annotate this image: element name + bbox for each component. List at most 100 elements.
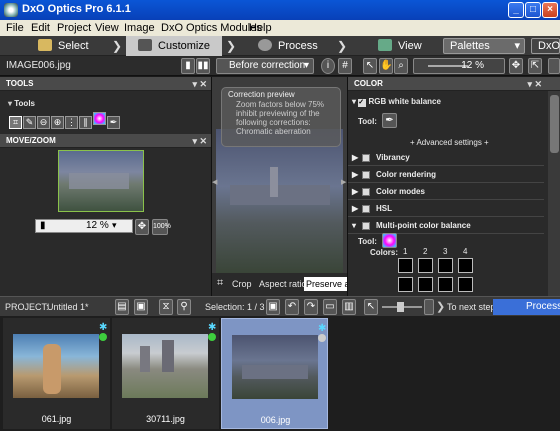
scrollbar[interactable] [548,91,560,296]
preset-dropdown[interactable]: DxO - [531,38,560,66]
crop-tool-icon[interactable]: ⌗ [9,116,22,129]
panel-menu-icon[interactable]: ▾ ✕ [192,134,207,148]
menu-image[interactable]: Image [124,22,155,34]
thumbnail[interactable]: ✱ 061.jpg [3,318,110,429]
color-picker-icon[interactable] [382,233,397,248]
color-swatch[interactable] [438,258,453,273]
thumbnail-caption: 30711.jpg [146,414,185,424]
thumbnail-image [122,334,208,398]
person-shape [43,344,61,394]
tab-customize[interactable]: Customize [126,36,222,56]
more-icon[interactable] [548,58,560,74]
vertical-tool-icon[interactable]: ∥ [79,116,92,129]
section-multipoint[interactable]: ▾ Multi-point color balance [348,217,544,234]
project-image-icon[interactable]: ▣ [134,299,148,315]
color-swatch[interactable] [418,277,433,292]
color-rendering-checkbox[interactable] [362,171,370,179]
crop-bar: ⌗ Crop Aspect ratio: Preserve as [212,273,347,296]
single-view-button[interactable]: ▮ [181,58,195,74]
thumbnail[interactable]: ✱ 30711.jpg [112,318,219,429]
fullscreen-icon[interactable]: ⇱ [528,58,542,74]
minimize-icon[interactable]: _ [508,2,524,18]
panel-menu-icon[interactable]: ▾ ✕ [527,77,542,91]
project-label: PROJECT: [5,302,49,312]
navigator-zoom-control[interactable]: ▮ 12 % ▾ [35,219,133,233]
thumbnail-size-thumb[interactable] [397,302,404,312]
tab-process[interactable]: Process [258,36,318,56]
fit-icon[interactable]: ✥ [509,58,523,74]
color-swatch[interactable] [458,258,473,273]
close-icon[interactable]: × [542,2,558,18]
zoom-value: 12 % [461,60,484,71]
main-image[interactable] [216,129,343,273]
delete-icon[interactable]: ▥ [342,299,356,315]
color-swatch[interactable] [418,258,433,273]
rotate-right-icon[interactable]: ↷ [304,299,318,315]
hsl-checkbox[interactable] [362,205,370,213]
zoom-icon[interactable]: ⌕ [394,58,408,74]
panel-menu-icon[interactable]: ▾ ✕ [192,77,207,91]
section-color-rendering[interactable]: ▶ Color rendering [348,166,544,183]
filter-icon[interactable]: ⧖ [159,299,173,315]
color-modes-checkbox[interactable] [362,188,370,196]
horizon-tool-icon[interactable]: ⊖ [37,116,50,129]
tab-select[interactable]: Select [38,36,89,56]
grid-icon[interactable]: # [338,58,352,74]
menu-help[interactable]: Help [249,22,272,34]
menu-dxo-modules[interactable]: DxO Optics Modules [161,22,262,34]
maximize-icon[interactable]: □ [525,2,541,18]
zoom-out-icon[interactable]: ▮ [40,220,46,231]
color-wheel-icon[interactable] [93,112,106,125]
pin-icon[interactable]: ⚲ [177,299,191,315]
process-button[interactable]: Process [493,299,560,315]
compare-view-button[interactable]: ▮▮ [196,58,210,74]
hand-icon[interactable]: ✋ [379,58,393,74]
gear-icon [258,39,272,51]
collapse-left-icon[interactable]: ◀ [212,178,217,186]
eyedropper-icon[interactable]: ✒ [382,113,397,128]
menu-project[interactable]: Project [57,22,91,34]
info-icon[interactable]: i [321,58,335,74]
advanced-settings-link[interactable]: + Advanced settings + [410,138,489,147]
pointer-icon[interactable]: ↖ [364,299,378,315]
pointer-icon[interactable]: ↖ [363,58,377,74]
section-color-modes[interactable]: ▶ Color modes [348,183,544,200]
palettes-dropdown[interactable]: Palettes ▾ [443,38,525,54]
rotate-left-icon[interactable]: ↶ [285,299,299,315]
zoom-100-button[interactable]: 100% [152,219,171,235]
thumbnail-selected[interactable]: ✱ 006.jpg [221,318,328,429]
compare-mode-dropdown[interactable]: Before correction ▾ [216,58,314,74]
menu-view[interactable]: View [95,22,119,34]
collapse-right-icon[interactable]: ▶ [341,178,346,186]
pen-tool-icon[interactable]: ✎ [23,116,36,129]
section-hsl[interactable]: ▶ HSL [348,200,544,217]
wb-checkbox[interactable]: ✓ [358,99,367,107]
eyedropper-icon[interactable]: ✒ [107,116,120,129]
color-swatch[interactable] [398,277,413,292]
slider-end-icon[interactable] [424,299,434,315]
movezoom-panel-header: MOVE/ZOOM ▾ ✕ [0,134,211,148]
perspective-tool-icon[interactable]: ⋮ [65,116,78,129]
crop-icon[interactable]: ⌗ [217,277,223,290]
wb-section[interactable]: ▾ ✓ RGB white balance [352,97,441,107]
menu-edit[interactable]: Edit [31,22,50,34]
color-swatch[interactable] [458,277,473,292]
color-swatch[interactable] [398,258,413,273]
multipoint-checkbox[interactable] [362,222,370,230]
aspect-dropdown[interactable]: Preserve as [304,277,347,291]
vibrancy-checkbox[interactable] [362,154,370,162]
level-tool-icon[interactable]: ⊕ [51,116,64,129]
zoom-control[interactable]: 12 % [413,58,505,74]
color-swatch[interactable] [438,277,453,292]
section-vibrancy[interactable]: ▶ Vibrancy [348,149,544,166]
menu-file[interactable]: File [6,22,24,34]
color-num-3: 3 [443,247,448,256]
tab-view[interactable]: View [378,36,422,56]
copy-settings-icon[interactable]: ▭ [323,299,337,315]
chevron-down-icon[interactable]: ▾ [112,220,117,231]
project-folder-icon[interactable]: ▤ [115,299,129,315]
image-info-icon[interactable]: ▣ [266,299,280,315]
scrollbar-thumb[interactable] [550,95,559,153]
fit-icon[interactable]: ✥ [135,219,149,235]
navigator-preview[interactable] [58,150,144,212]
